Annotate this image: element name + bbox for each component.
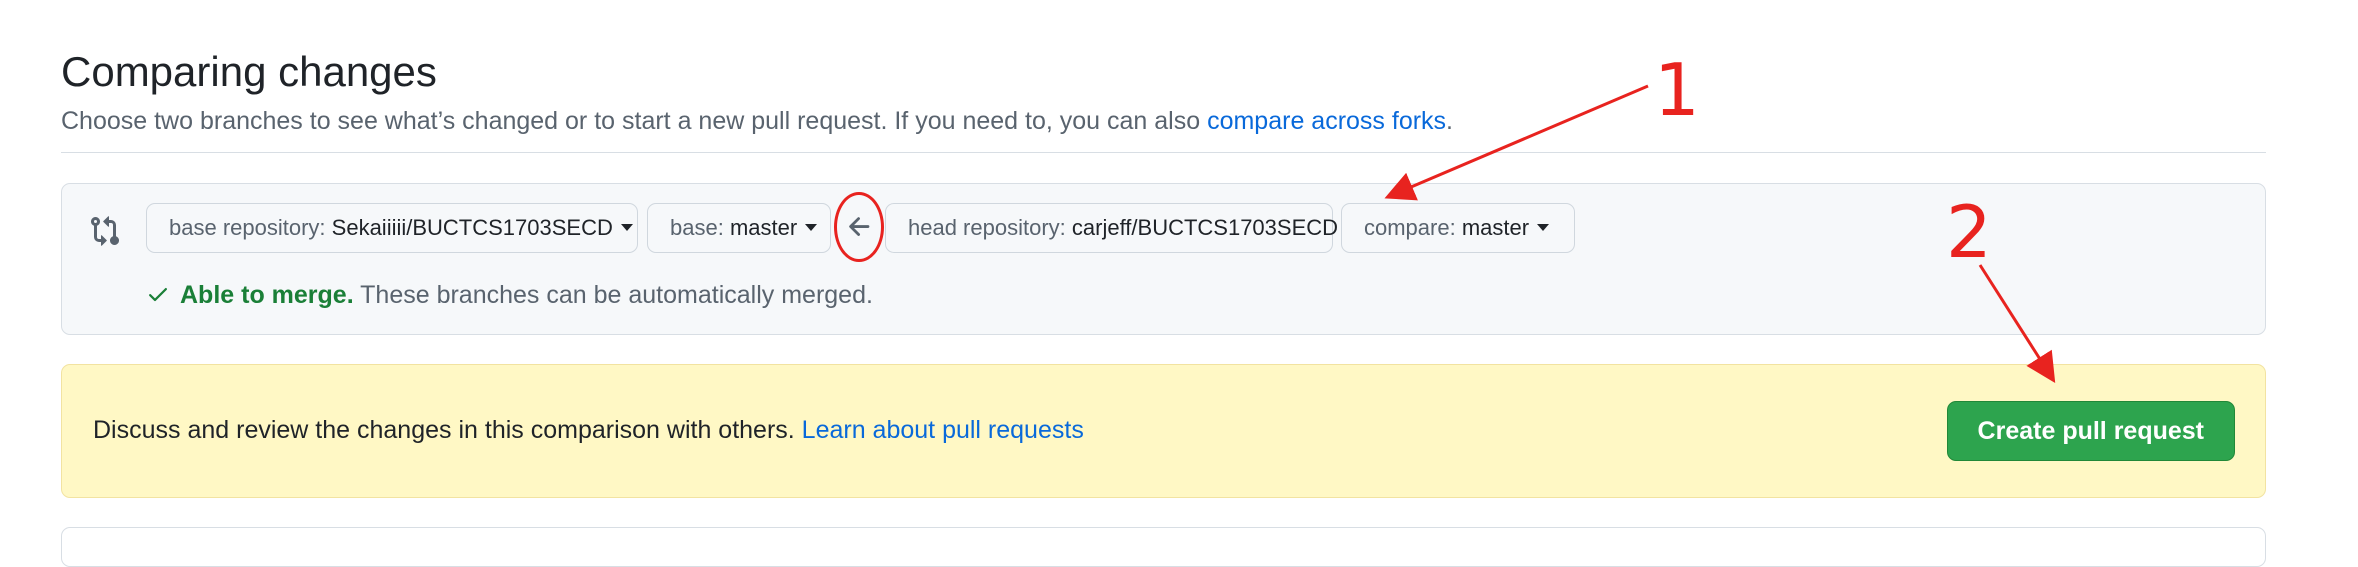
compare-branch-value: master	[1461, 215, 1530, 240]
caret-down-icon	[620, 224, 633, 232]
base-branch-value: master	[729, 215, 798, 240]
divider	[61, 152, 2266, 153]
merge-status: Able to merge. These branches can be aut…	[146, 278, 873, 312]
annotation-number-2: 2	[1946, 190, 1992, 274]
base-repository-value: Sekaiiiii/BUCTCS1703SECD	[331, 215, 613, 240]
head-repository-label: head repository:	[908, 215, 1066, 240]
compare-across-forks-link[interactable]: compare across forks	[1207, 107, 1446, 135]
check-icon	[149, 288, 167, 302]
merge-status-detail: These branches can be automatically merg…	[353, 281, 873, 309]
git-compare-icon	[91, 216, 120, 246]
compare-branch-label: compare:	[1364, 215, 1456, 240]
annotation-number-1: 1	[1654, 48, 1700, 132]
annotation-arrow-1	[1384, 84, 1649, 201]
caret-down-icon	[1537, 224, 1550, 232]
base-repository-label: base repository:	[169, 215, 326, 240]
subtitle-end: .	[1446, 107, 1453, 135]
next-panel	[61, 527, 2266, 567]
head-repository-select[interactable]: head repository: carjeff/BUCTCS1703SECD	[885, 203, 1359, 253]
learn-about-pull-requests-link[interactable]: Learn about pull requests	[802, 416, 1084, 444]
compare-branch-select[interactable]: compare: master	[1341, 203, 1575, 253]
range-editor: base repository: Sekaiiiii/BUCTCS1703SEC…	[61, 183, 2266, 335]
subtitle-text: Choose two branches to see what’s change…	[61, 107, 1208, 135]
caret-down-icon	[805, 224, 818, 232]
annotation-circle	[834, 192, 884, 262]
page-subtitle: Choose two branches to see what’s change…	[61, 104, 1453, 138]
flash-text: Discuss and review the changes in this c…	[93, 416, 802, 444]
base-branch-label: base:	[670, 215, 724, 240]
head-repository-value: carjeff/BUCTCS1703SECD	[1071, 215, 1339, 240]
flash-message: Discuss and review the changes in this c…	[93, 413, 1084, 447]
base-repository-select[interactable]: base repository: Sekaiiiii/BUCTCS1703SEC…	[146, 203, 638, 253]
pull-request-flash: Discuss and review the changes in this c…	[61, 364, 2266, 498]
page-title: Comparing changes	[61, 48, 437, 95]
merge-status-label: Able to merge.	[180, 281, 354, 309]
create-pull-request-button[interactable]: Create pull request	[1946, 401, 2235, 461]
base-branch-select[interactable]: base: master	[647, 203, 831, 253]
